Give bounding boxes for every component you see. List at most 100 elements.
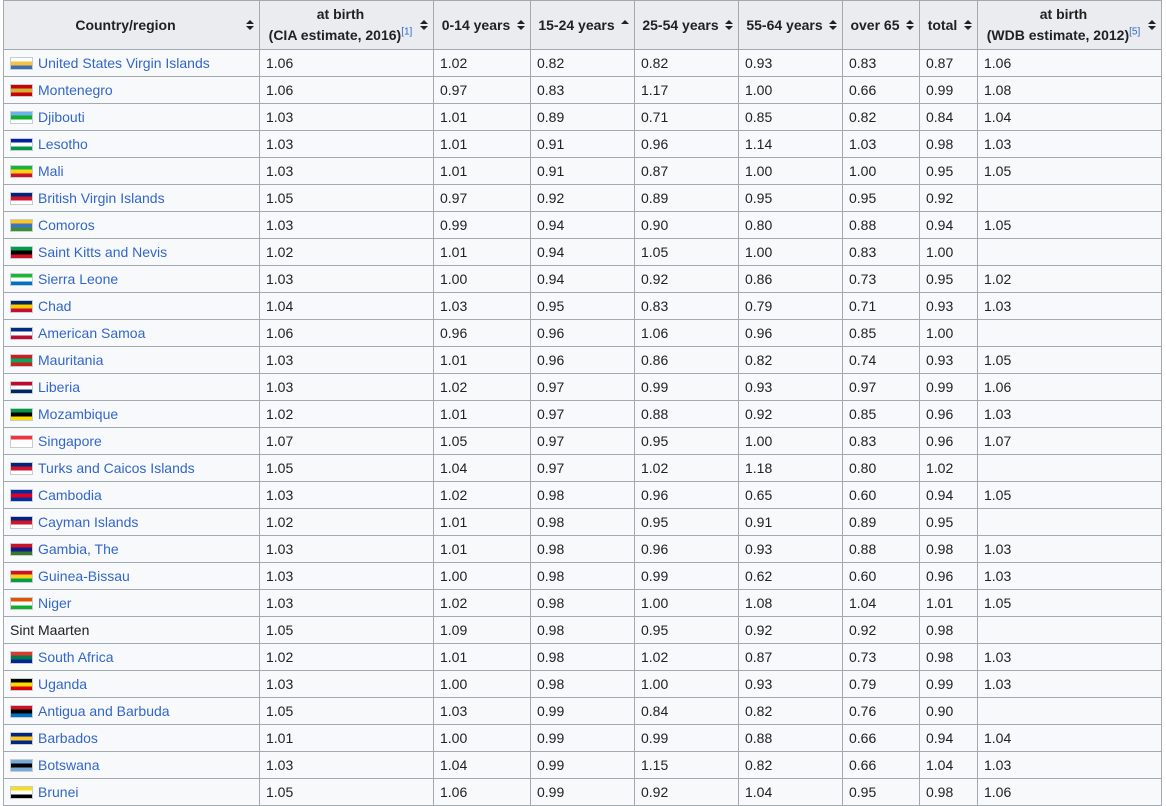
column-header-age-0-14[interactable]: 0-14 years — [433, 0, 531, 50]
value-cell-birth-wdb: 1.03 — [977, 643, 1162, 671]
column-header-age-55-64[interactable]: 55-64 years — [738, 0, 843, 50]
country-link[interactable]: Guinea-Bissau — [38, 568, 130, 584]
value-cell-age-15-24: 0.98 — [530, 481, 635, 509]
table-row: Cambodia 1.03 1.02 0.98 0.96 0.65 0.60 0.94 1.05 — [3, 481, 1162, 509]
value-cell-age-55-64: 0.87 — [738, 643, 843, 671]
table-row: Niger 1.03 1.02 0.98 1.00 1.08 1.04 1.01 1.05 — [3, 589, 1162, 617]
sort-icon — [1148, 20, 1156, 30]
country-link[interactable]: British Virgin Islands — [38, 190, 165, 206]
column-header-total[interactable]: total — [919, 0, 978, 50]
country-link[interactable]: Mauritania — [38, 352, 103, 368]
column-header-over-65[interactable]: over 65 — [842, 0, 920, 50]
cambodia-flag-icon — [10, 489, 33, 502]
reference-link[interactable]: [5] — [1129, 26, 1140, 37]
value-cell-birth-wdb: 1.05 — [977, 481, 1162, 509]
value-cell-over-65: 0.71 — [842, 292, 920, 320]
country-link[interactable]: Montenegro — [38, 82, 113, 98]
value-cell-birth-cia: 1.02 — [259, 643, 434, 671]
country-link[interactable]: Brunei — [38, 784, 78, 800]
value-cell-total: 0.92 — [919, 184, 978, 212]
country-link[interactable]: Uganda — [38, 676, 87, 692]
value-cell-total: 0.98 — [919, 643, 978, 671]
country-link[interactable]: Lesotho — [38, 136, 88, 152]
country-cell: Saint Kitts and Nevis — [3, 238, 260, 266]
country-link[interactable]: Saint Kitts and Nevis — [38, 244, 167, 260]
value-cell-over-65: 0.76 — [842, 697, 920, 725]
value-cell-age-25-54: 0.92 — [634, 265, 739, 293]
value-cell-age-25-54: 0.89 — [634, 184, 739, 212]
value-cell-birth-cia: 1.02 — [259, 400, 434, 428]
country-cell: Antigua and Barbuda — [3, 697, 260, 725]
table-row: Barbados 1.01 1.00 0.99 0.99 0.88 0.66 0.94 1.04 — [3, 724, 1162, 752]
column-header-country[interactable]: Country/region — [3, 0, 260, 50]
column-header-birth-cia[interactable]: at birth (CIA estimate, 2016)[1] — [259, 0, 434, 50]
value-cell-age-0-14: 1.04 — [433, 751, 531, 779]
country-link[interactable]: United States Virgin Islands — [38, 55, 210, 71]
botswana-flag-icon — [10, 759, 33, 772]
country-link[interactable]: Comoros — [38, 217, 95, 233]
mauritania-flag-icon — [10, 354, 33, 367]
table-body: United States Virgin Islands 1.06 1.02 0.82… — [3, 49, 1162, 806]
value-cell-age-0-14: 0.97 — [433, 76, 531, 104]
value-cell-birth-wdb — [977, 454, 1162, 482]
country-link[interactable]: Antigua and Barbuda — [38, 703, 170, 719]
value-cell-birth-wdb: 1.03 — [977, 535, 1162, 563]
country-cell: Lesotho — [3, 130, 260, 158]
sort-ascending-icon — [621, 20, 629, 24]
header-text-line: 55-64 years — [746, 16, 823, 33]
value-cell-age-25-54: 0.90 — [634, 211, 739, 239]
country-link[interactable]: Singapore — [38, 433, 102, 449]
value-cell-total: 0.90 — [919, 697, 978, 725]
mali-flag-icon — [10, 165, 33, 178]
country-link[interactable]: Chad — [38, 298, 71, 314]
country-link[interactable]: Sierra Leone — [38, 271, 118, 287]
country-link[interactable]: Djibouti — [38, 109, 85, 125]
value-cell-total: 1.00 — [919, 238, 978, 266]
table-row: South Africa 1.02 1.01 0.98 1.02 0.87 0.73 0.98… — [3, 643, 1162, 671]
value-cell-age-25-54: 1.15 — [634, 751, 739, 779]
table-row: Djibouti 1.03 1.01 0.89 0.71 0.85 0.82 0.84 1.04 — [3, 103, 1162, 131]
value-cell-age-0-14: 1.01 — [433, 346, 531, 374]
country-link[interactable]: Gambia, The — [38, 541, 119, 557]
value-cell-age-0-14: 1.01 — [433, 157, 531, 185]
table-row: Singapore 1.07 1.05 0.97 0.95 1.00 0.83 0.96 1.0… — [3, 427, 1162, 455]
value-cell-over-65: 1.03 — [842, 130, 920, 158]
country-link[interactable]: Niger — [38, 595, 71, 611]
value-cell-birth-wdb: 1.06 — [977, 49, 1162, 77]
value-cell-age-15-24: 0.98 — [530, 589, 635, 617]
country-link[interactable]: South Africa — [38, 649, 114, 665]
value-cell-age-55-64: 0.62 — [738, 562, 843, 590]
value-cell-over-65: 0.79 — [842, 670, 920, 698]
table-header-row: Country/region at birth (CIA estimate, 201… — [3, 0, 1162, 50]
saint-kitts-flag-icon — [10, 246, 33, 259]
reference-link[interactable]: [1] — [401, 26, 412, 37]
country-link[interactable]: Cambodia — [38, 487, 102, 503]
country-cell: Brunei — [3, 778, 260, 806]
column-header-birth-wdb[interactable]: at birth (WDB estimate, 2012)[5] — [977, 0, 1162, 50]
column-header-age-25-54[interactable]: 25-54 years — [634, 0, 739, 50]
value-cell-age-15-24: 0.96 — [530, 319, 635, 347]
value-cell-age-25-54: 0.87 — [634, 157, 739, 185]
value-cell-total: 1.02 — [919, 454, 978, 482]
country-link[interactable]: American Samoa — [38, 325, 145, 341]
value-cell-age-25-54: 0.95 — [634, 508, 739, 536]
value-cell-age-55-64: 1.00 — [738, 427, 843, 455]
header-text-line: at birth — [1039, 6, 1088, 22]
country-link[interactable]: Botswana — [38, 757, 99, 773]
country-link[interactable]: Turks and Caicos Islands — [38, 460, 195, 476]
value-cell-birth-wdb: 1.03 — [977, 292, 1162, 320]
country-link[interactable]: Liberia — [38, 379, 80, 395]
country-link[interactable]: Mali — [38, 163, 64, 179]
header-text-line: at birth — [316, 6, 365, 22]
country-link[interactable]: Cayman Islands — [38, 514, 138, 530]
country-cell: Mali — [3, 157, 260, 185]
chad-flag-icon — [10, 300, 33, 313]
country-cell: South Africa — [3, 643, 260, 671]
table-row: Brunei 1.05 1.06 0.99 0.92 1.04 0.95 0.98 1.06 — [3, 778, 1162, 806]
country-link[interactable]: Mozambique — [38, 406, 118, 422]
value-cell-age-55-64: 0.82 — [738, 751, 843, 779]
value-cell-age-15-24: 0.95 — [530, 292, 635, 320]
country-link[interactable]: Barbados — [38, 730, 98, 746]
column-header-age-15-24[interactable]: 15-24 years — [530, 0, 635, 50]
comoros-flag-icon — [10, 219, 33, 232]
